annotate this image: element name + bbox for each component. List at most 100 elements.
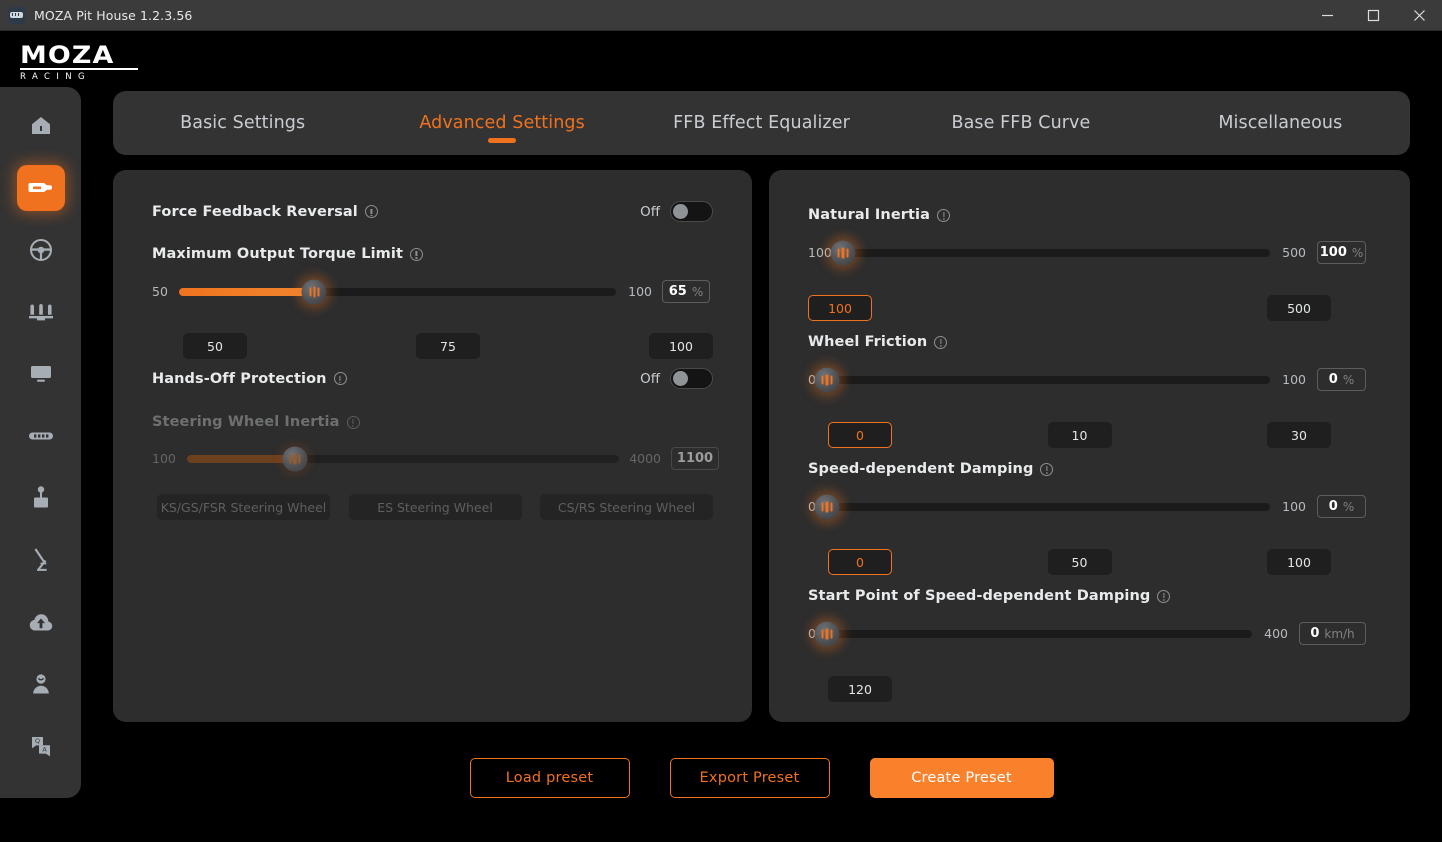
setting-speed-dependent-damping: Speed-dependent Damping 0 100 0 % 0 50 1… xyxy=(808,461,1371,575)
tab-advanced-settings[interactable]: Advanced Settings xyxy=(372,91,631,155)
toggle-knob xyxy=(673,371,688,386)
wheel-friction-value[interactable]: 0 % xyxy=(1317,368,1366,391)
window-title: MOZA Pit House 1.2.3.56 xyxy=(34,7,193,23)
info-icon[interactable] xyxy=(1040,462,1054,476)
preset-chip[interactable]: 500 xyxy=(1267,295,1331,321)
svg-text:A: A xyxy=(42,746,47,754)
preset-chip[interactable]: 100 xyxy=(649,333,713,359)
speed-dependent-damping-slider[interactable] xyxy=(814,494,1270,519)
slider-thumb[interactable] xyxy=(814,494,840,519)
toggle-state-label: Off xyxy=(640,370,660,387)
close-icon[interactable] xyxy=(1396,0,1442,31)
wheel-friction-slider[interactable] xyxy=(814,367,1270,392)
load-preset-button[interactable]: Load preset xyxy=(469,758,630,798)
steering-wheel-inertia-slider[interactable] xyxy=(187,446,619,471)
tab-ffb-effect-equalizer[interactable]: FFB Effect Equalizer xyxy=(632,91,891,155)
info-icon[interactable] xyxy=(409,247,423,261)
force-feedback-reversal-label: Force Feedback Reversal xyxy=(152,203,358,220)
sidebar-item-support[interactable]: QA xyxy=(17,723,65,769)
preset-chip[interactable]: 100 xyxy=(1267,549,1331,575)
force-feedback-reversal-toggle[interactable] xyxy=(670,201,713,222)
preset-chip[interactable]: 50 xyxy=(1047,549,1112,575)
sidebar-item-sequential-shifter[interactable] xyxy=(17,537,65,583)
value-number: 0 xyxy=(1310,626,1320,641)
window-controls xyxy=(1304,0,1442,31)
steering-wheel-inertia-value[interactable]: 1100 xyxy=(671,447,719,470)
preset-chip[interactable]: 120 xyxy=(828,676,892,702)
preset-chip[interactable]: CS/RS Steering Wheel xyxy=(540,494,713,520)
brand-bar: MOZA RACING xyxy=(0,31,1442,87)
slider-thumb[interactable] xyxy=(830,240,856,265)
slider-thumb[interactable] xyxy=(301,279,327,304)
preset-chip[interactable]: ES Steering Wheel xyxy=(348,494,522,520)
info-icon[interactable] xyxy=(937,208,951,222)
setting-start-point-speed-dependent-damping: Start Point of Speed-dependent Damping 0… xyxy=(808,588,1371,702)
tab-base-ffb-curve[interactable]: Base FFB Curve xyxy=(891,91,1150,155)
wheel-friction-label: Wheel Friction xyxy=(808,334,928,350)
create-preset-button[interactable]: Create Preset xyxy=(869,758,1054,798)
sidebar-item-cloud[interactable] xyxy=(17,599,65,645)
value-number: 1100 xyxy=(676,451,714,466)
value-number: 0 xyxy=(1328,499,1338,514)
setting-maximum-output-torque-limit: Maximum Output Torque Limit 50 100 65 % … xyxy=(152,246,713,359)
speed-dependent-damping-value[interactable]: 0 % xyxy=(1317,495,1366,518)
start-point-damping-label: Start Point of Speed-dependent Damping xyxy=(808,588,1151,604)
natural-inertia-slider[interactable] xyxy=(830,240,1270,265)
sidebar-item-pedals[interactable] xyxy=(17,289,65,335)
maximum-output-torque-limit-slider[interactable] xyxy=(179,279,616,304)
speed-dependent-damping-label: Speed-dependent Damping xyxy=(808,461,1034,477)
natural-inertia-presets: 100 500 xyxy=(808,295,1331,321)
tab-basic-settings[interactable]: Basic Settings xyxy=(113,91,372,155)
sidebar-item-home[interactable] xyxy=(17,103,65,149)
left-settings-panel: Force Feedback Reversal Off Maximum Outp… xyxy=(113,170,752,722)
preset-chip[interactable]: 50 xyxy=(183,333,247,359)
slider-max-label: 400 xyxy=(1264,626,1288,641)
sidebar-item-steering-wheel[interactable] xyxy=(17,227,65,273)
sidebar-item-shifter[interactable] xyxy=(17,475,65,521)
preset-chip[interactable]: 0 xyxy=(828,422,892,448)
preset-chip[interactable]: 10 xyxy=(1047,422,1112,448)
sidebar-item-handbrake[interactable] xyxy=(17,413,65,459)
info-icon[interactable] xyxy=(346,415,360,429)
maximize-icon[interactable] xyxy=(1350,0,1396,31)
preset-chip[interactable]: 75 xyxy=(416,333,480,359)
tab-miscellaneous[interactable]: Miscellaneous xyxy=(1151,91,1410,155)
start-point-damping-value[interactable]: 0 km/h xyxy=(1299,622,1366,645)
preset-chip[interactable]: KS/GS/FSR Steering Wheel xyxy=(157,494,330,520)
steering-wheel-inertia-presets: KS/GS/FSR Steering Wheel ES Steering Whe… xyxy=(157,494,713,520)
main-content: Basic Settings Advanced Settings FFB Eff… xyxy=(81,87,1442,842)
preset-chip[interactable]: 100 xyxy=(808,295,872,321)
value-number: 0 xyxy=(1328,372,1338,387)
export-preset-button[interactable]: Export Preset xyxy=(669,758,830,798)
brand-tagline: RACING xyxy=(20,72,92,82)
slider-max-label: 100 xyxy=(1282,372,1306,387)
hands-off-protection-toggle[interactable] xyxy=(670,368,713,389)
natural-inertia-value[interactable]: 100 % xyxy=(1317,241,1366,264)
slider-thumb[interactable] xyxy=(814,367,840,392)
info-icon[interactable] xyxy=(364,205,378,218)
preset-chip[interactable]: 0 xyxy=(828,549,892,575)
value-unit: % xyxy=(691,284,704,299)
value-unit: % xyxy=(1342,499,1355,514)
slider-thumb[interactable] xyxy=(282,446,308,471)
info-icon[interactable] xyxy=(333,372,347,385)
info-icon[interactable] xyxy=(1157,589,1171,603)
maximum-output-torque-limit-value[interactable]: 65 % xyxy=(662,280,710,303)
value-number: 100 xyxy=(1319,245,1347,260)
setting-wheel-friction: Wheel Friction 0 100 0 % 0 10 30 xyxy=(808,334,1371,448)
right-settings-panel: Natural Inertia 100 500 100 % 100 500 Wh… xyxy=(769,170,1410,722)
sidebar-item-wheelbase[interactable] xyxy=(16,165,65,211)
sidebar-item-account[interactable] xyxy=(17,661,65,707)
info-icon[interactable] xyxy=(934,335,948,349)
slider-thumb[interactable] xyxy=(814,621,840,646)
sidebar-item-dashboard[interactable] xyxy=(17,351,65,397)
setting-hands-off-protection: Hands-Off Protection Off xyxy=(152,368,713,389)
slider-min-label: 50 xyxy=(152,284,168,299)
setting-natural-inertia: Natural Inertia 100 500 100 % 100 500 xyxy=(808,207,1371,321)
setting-steering-wheel-inertia: Steering Wheel Inertia 100 4000 1100 KS/… xyxy=(152,414,719,520)
start-point-damping-slider[interactable] xyxy=(814,621,1252,646)
hands-off-protection-label: Hands-Off Protection xyxy=(152,370,327,387)
preset-chip[interactable]: 30 xyxy=(1267,422,1331,448)
minimize-icon[interactable] xyxy=(1304,0,1350,31)
sidebar: QA xyxy=(0,87,81,798)
